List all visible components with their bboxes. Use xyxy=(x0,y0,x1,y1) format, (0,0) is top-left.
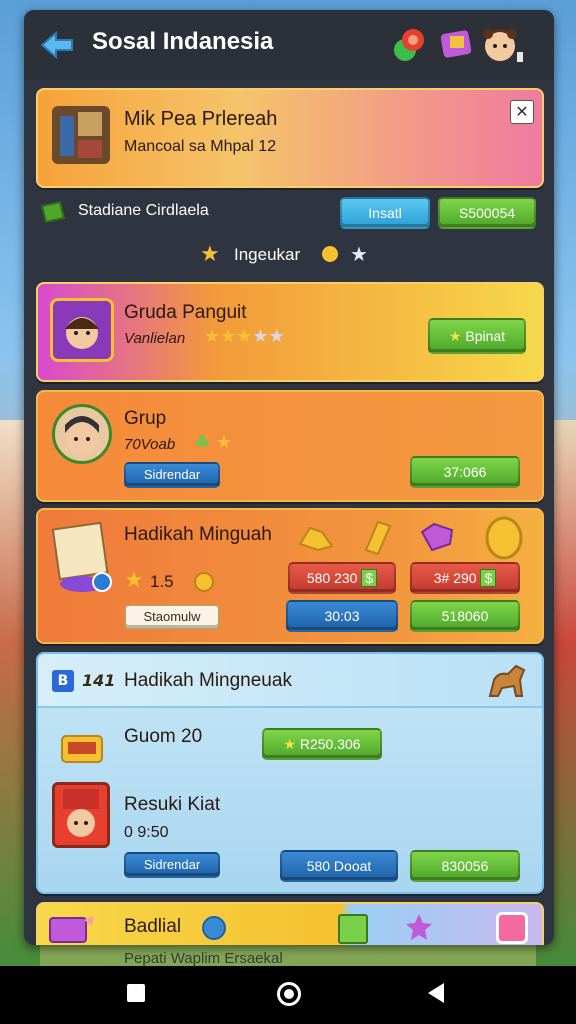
group-card-2[interactable]: Grup 70Voab ♣ ★ Sidrendar 37:066 xyxy=(36,390,544,502)
card5-footer-peek: Pepati Waplim Ersaekal xyxy=(124,950,283,967)
pink-ring-icon xyxy=(496,912,528,944)
card2-action-button[interactable]: 37:066 xyxy=(410,456,520,488)
gift-box-icon[interactable] xyxy=(436,24,476,64)
event-badge: 141 xyxy=(82,671,116,690)
star-empty-icon: ★ xyxy=(268,326,285,347)
card4-row2-label: Resuki Kiat xyxy=(124,794,221,815)
treasure-box-icon xyxy=(61,735,103,763)
star-icon: ★ xyxy=(236,326,253,347)
gold-ingot-icon xyxy=(364,520,392,556)
card3-blue-button[interactable]: 30:03 xyxy=(286,600,398,632)
notice-card[interactable]: Mik Pea Prlereah Mancoal sa Mhpal 12 ✕ xyxy=(36,88,544,188)
coin-icon xyxy=(194,572,214,592)
card3-tag-button[interactable]: Staomulw xyxy=(124,604,220,630)
card3-green-button[interactable]: 518060 xyxy=(410,600,520,632)
star-icon: ★ xyxy=(220,326,237,347)
event-card[interactable]: B 141 Hadikah Mingneuak Guom 20 ★ R250.3… xyxy=(36,652,544,894)
card4-green-button[interactable]: 830056 xyxy=(410,850,520,882)
star-empty-icon: ★ xyxy=(252,326,269,347)
green-box-icon xyxy=(338,914,368,944)
system-nav-bar xyxy=(0,966,576,1024)
star-icon: ★ xyxy=(448,328,462,344)
green-gem-icon xyxy=(40,200,66,224)
gold-bars-icon xyxy=(298,526,334,552)
card4-row1-button[interactable]: ★ R250.306 xyxy=(262,728,382,760)
card4-row1-label: Guom 20 xyxy=(124,726,203,747)
tomato-icon[interactable] xyxy=(389,24,429,64)
price-1-label: 580 230 xyxy=(306,570,358,586)
card1-title: Gruda Panguit xyxy=(124,302,247,323)
blue-orb-icon xyxy=(202,916,226,940)
card4-title: Hadikah Mingneuak xyxy=(124,670,292,691)
price-2-label: 3# 290 xyxy=(433,570,477,586)
star-icon: ★ xyxy=(216,432,233,453)
b-badge-icon: B xyxy=(52,670,74,692)
page-title: Sosal Indanesia xyxy=(92,28,274,55)
card2-subtitle: 70Voab xyxy=(124,436,176,453)
silver-star-icon: ★ xyxy=(350,242,368,266)
bottom-card[interactable]: Badlial xyxy=(36,902,544,945)
price-button-2[interactable]: 3# 290 $ xyxy=(410,562,520,594)
card1-action-label: Bpinat xyxy=(465,328,506,344)
card4-row1-value: R250.306 xyxy=(299,736,361,752)
card3-title: Hadikah Minguah xyxy=(124,524,272,545)
star-icon: ★ xyxy=(204,326,221,347)
card3-rating: 1.5 xyxy=(150,572,174,591)
card1-rating: ★★★★★ xyxy=(204,326,285,347)
coin-stack-icon: $ xyxy=(361,569,378,587)
member-avatar-2 xyxy=(52,782,110,848)
tools-crate-icon xyxy=(52,106,110,164)
close-icon[interactable]: ✕ xyxy=(510,100,534,124)
card2-title: Grup xyxy=(124,408,167,429)
back-arrow-icon[interactable] xyxy=(40,30,74,60)
back-button[interactable] xyxy=(428,983,444,1003)
star-icon: ★ xyxy=(124,568,144,593)
card1-action-button[interactable]: ★ Bpinat xyxy=(428,318,526,354)
recent-apps-button[interactable] xyxy=(127,984,145,1002)
card4-tag-button[interactable]: Sidrendar xyxy=(124,852,220,878)
card2-tag-button[interactable]: Sidrendar xyxy=(124,462,220,488)
avatar-icon[interactable] xyxy=(478,24,526,64)
notice-title: Mik Pea Prlereah xyxy=(124,108,278,130)
card4-blue-button[interactable]: 580 Dooat xyxy=(280,850,398,882)
purple-star-icon xyxy=(406,914,432,940)
gold-coin-icon xyxy=(485,516,523,560)
card1-subtitle: Vanlielan xyxy=(124,330,186,347)
group-card-1[interactable]: Gruda Panguit Vanlielan ★★★★★ ★ Bpinat xyxy=(36,282,544,382)
purple-gem-icon xyxy=(420,522,454,552)
horse-icon xyxy=(488,664,526,697)
price-button-1[interactable]: 580 230 $ xyxy=(288,562,396,594)
install-button[interactable]: Insatl xyxy=(340,197,430,229)
main-panel: Sosal Indanesia Mik Pea Prlereah Mancoal… xyxy=(24,10,554,945)
group-avatar xyxy=(50,298,114,362)
card5-title: Badlial xyxy=(124,916,182,937)
home-button[interactable] xyxy=(277,982,301,1006)
member-avatar xyxy=(52,404,112,464)
coin-icon xyxy=(322,246,338,262)
account-value-button[interactable]: S500054 xyxy=(438,197,536,229)
scroll-map-icon xyxy=(52,522,112,592)
level-label: Ingeukar xyxy=(234,245,301,264)
notice-subtitle: Mancoal sa Mhpal 12 xyxy=(124,138,277,155)
account-label: Stadiane Cirdlaela xyxy=(78,202,209,219)
star-icon: ★ xyxy=(283,736,296,752)
top-bar: Sosal Indanesia xyxy=(24,10,554,80)
leaf-icon: ♣ xyxy=(194,432,211,453)
shop-card[interactable]: Hadikah Minguah ★ 1.5 580 230 $ 3# 290 $… xyxy=(36,508,544,644)
ticket-icon xyxy=(49,916,94,943)
card4-row2-sub: 0 9:50 xyxy=(124,824,169,841)
star-icon: ★ xyxy=(200,242,220,267)
coin-stack-icon: $ xyxy=(480,569,497,587)
